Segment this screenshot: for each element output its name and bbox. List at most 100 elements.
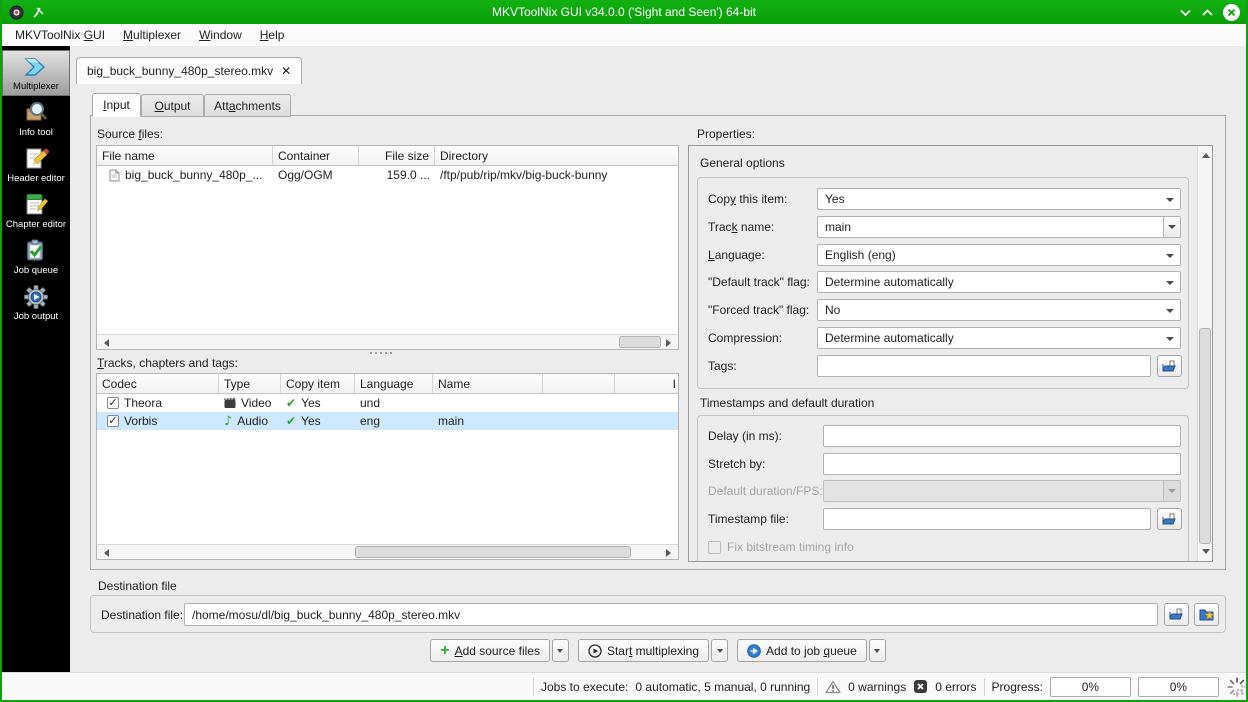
source-files-hscrollbar[interactable]	[97, 334, 678, 349]
column-header[interactable]: Container	[273, 146, 359, 165]
resize-grip[interactable]	[1233, 685, 1243, 695]
forced-track-flag-select[interactable]: No	[817, 299, 1181, 321]
tab-output[interactable]: Output	[141, 94, 204, 117]
menu-multiplexer[interactable]: Multiplexer	[114, 25, 190, 45]
general-options-title: General options	[700, 156, 785, 170]
column-header[interactable]: Language	[355, 374, 433, 393]
tab-output-label: Output	[154, 98, 191, 113]
track-codec: Theora	[124, 396, 163, 410]
copy-item-check-icon: ✔	[286, 414, 297, 428]
source-files-table: File name Container File size Directory …	[96, 145, 679, 350]
warnings-icon	[825, 680, 841, 693]
sidebar-item-chapter-editor[interactable]: Chapter editor	[2, 188, 70, 234]
destination-file-input[interactable]: /home/mosu/dl/big_buck_bunny_480p_stereo…	[184, 603, 1158, 626]
track-type: Audio	[237, 414, 268, 428]
chevron-down-icon	[1168, 225, 1176, 233]
tab-close-icon[interactable]: ✕	[281, 64, 291, 78]
file-tab-label: big_buck_bunny_480p_stereo.mkv	[87, 64, 274, 78]
copy-this-item-select[interactable]: Yes	[817, 188, 1181, 210]
tags-input[interactable]	[817, 355, 1151, 377]
start-multiplexing-menu-button[interactable]	[711, 639, 729, 662]
scrollbar-thumb[interactable]	[355, 546, 631, 558]
track-enabled-checkbox[interactable]: ✓	[107, 415, 119, 427]
column-header[interactable]: Copy item	[281, 374, 355, 393]
column-header[interactable]: File name	[97, 146, 273, 165]
compression-label: Compression:	[708, 331, 783, 345]
scroll-left-icon[interactable]	[100, 548, 109, 557]
properties-vscrollbar[interactable]	[1197, 146, 1212, 561]
file-icon	[109, 169, 120, 181]
combo-arrow-button[interactable]	[1163, 217, 1180, 237]
add-source-files-menu-button[interactable]	[551, 639, 569, 662]
column-header[interactable]	[543, 374, 615, 393]
source-file-name: big_buck_bunny_480p_...	[125, 168, 263, 182]
errors-icon	[914, 680, 928, 693]
track-language: und	[360, 396, 381, 410]
menu-help[interactable]: Help	[251, 25, 294, 45]
pin-icon[interactable]	[32, 6, 45, 19]
combo-arrow-button	[1163, 481, 1180, 501]
destination-file-label: Destination file:	[101, 608, 184, 622]
column-header[interactable]: Directory	[435, 146, 678, 165]
tab-input[interactable]: Input	[92, 93, 141, 117]
splitter-handle[interactable]	[370, 352, 392, 354]
track-row-theora[interactable]: ✓ Theora Video ✔ Yes und	[97, 394, 678, 412]
sidebar-item-info-tool[interactable]: Info tool	[2, 96, 70, 142]
tags-browse-button[interactable]	[1157, 355, 1182, 377]
start-multiplexing-button[interactable]: Start multiplexing	[577, 639, 710, 662]
source-file-row[interactable]: big_buck_bunny_480p_... Ogg/OGM 159.0 ..…	[97, 166, 678, 184]
tracks-hscrollbar[interactable]	[97, 544, 678, 559]
app-icon	[9, 5, 24, 19]
compression-select[interactable]: Determine automatically	[817, 327, 1181, 349]
column-header[interactable]: Type	[219, 374, 281, 393]
track-row-vorbis[interactable]: ✓ Vorbis ♪ Audio ✔ Yes eng main	[97, 412, 678, 430]
scrollbar-thumb[interactable]	[619, 336, 661, 348]
default-track-flag-select[interactable]: Determine automatically	[817, 271, 1181, 293]
menu-window[interactable]: Window	[190, 25, 251, 45]
sidebar-item-multiplexer[interactable]: Multiplexer	[2, 50, 70, 96]
minimize-button[interactable]	[1179, 8, 1192, 17]
maximize-button[interactable]	[1201, 8, 1214, 17]
default-duration-label: Default duration/FPS:	[708, 484, 823, 498]
properties-panel: General options Copy this item: Yes Trac…	[688, 145, 1213, 562]
sidebar-item-job-queue[interactable]: Job queue	[2, 234, 70, 280]
sidebar-item-job-output[interactable]: Job output	[2, 280, 70, 326]
scroll-up-icon[interactable]	[1201, 149, 1210, 158]
column-header[interactable]: Codec	[97, 374, 219, 393]
source-file-size: 159.0 ...	[386, 168, 430, 182]
job-output-icon	[24, 285, 48, 309]
destination-favorites-button[interactable]	[1194, 603, 1219, 626]
tab-attachments[interactable]: Attachments	[204, 94, 291, 117]
timestamp-file-input[interactable]	[823, 508, 1151, 530]
menu-mkvtoolnix-gui[interactable]: MKVToolNix GUI	[6, 25, 114, 45]
language-select[interactable]: English (eng)	[817, 244, 1181, 266]
file-tab[interactable]: big_buck_bunny_480p_stereo.mkv ✕	[76, 57, 303, 84]
column-header[interactable]: File size	[359, 146, 435, 165]
column-header[interactable]: I	[615, 374, 678, 393]
scroll-right-icon[interactable]	[666, 548, 675, 557]
track-name-combo[interactable]: main	[817, 216, 1181, 238]
statusbar-separator	[817, 677, 819, 696]
track-name-value: main	[825, 220, 852, 234]
statusbar-separator	[983, 677, 985, 696]
column-header[interactable]: Name	[433, 374, 543, 393]
delay-input[interactable]	[823, 425, 1181, 447]
start-multiplexing-label: Start multiplexing	[606, 643, 700, 658]
close-button[interactable]	[1223, 3, 1240, 21]
add-source-files-button[interactable]: + Add source files	[430, 639, 550, 662]
timestamps-title: Timestamps and default duration	[700, 396, 875, 410]
add-to-job-queue-menu-button[interactable]	[868, 639, 886, 662]
destination-browse-button[interactable]	[1164, 603, 1189, 626]
add-to-job-queue-button[interactable]: Add to job queue	[737, 639, 867, 662]
scroll-left-icon[interactable]	[100, 338, 109, 347]
chevron-down-icon	[557, 649, 564, 656]
sidebar-item-header-editor[interactable]: Header editor	[2, 142, 70, 188]
scrollbar-thumb[interactable]	[1199, 328, 1211, 544]
stretch-by-input[interactable]	[823, 453, 1181, 475]
chevron-down-icon	[716, 649, 723, 656]
timestamp-file-browse-button[interactable]	[1157, 508, 1182, 530]
scroll-right-icon[interactable]	[666, 338, 675, 347]
track-enabled-checkbox[interactable]: ✓	[107, 397, 119, 409]
scroll-down-icon[interactable]	[1201, 549, 1210, 558]
progress-bar-current: 0%	[1049, 676, 1131, 697]
